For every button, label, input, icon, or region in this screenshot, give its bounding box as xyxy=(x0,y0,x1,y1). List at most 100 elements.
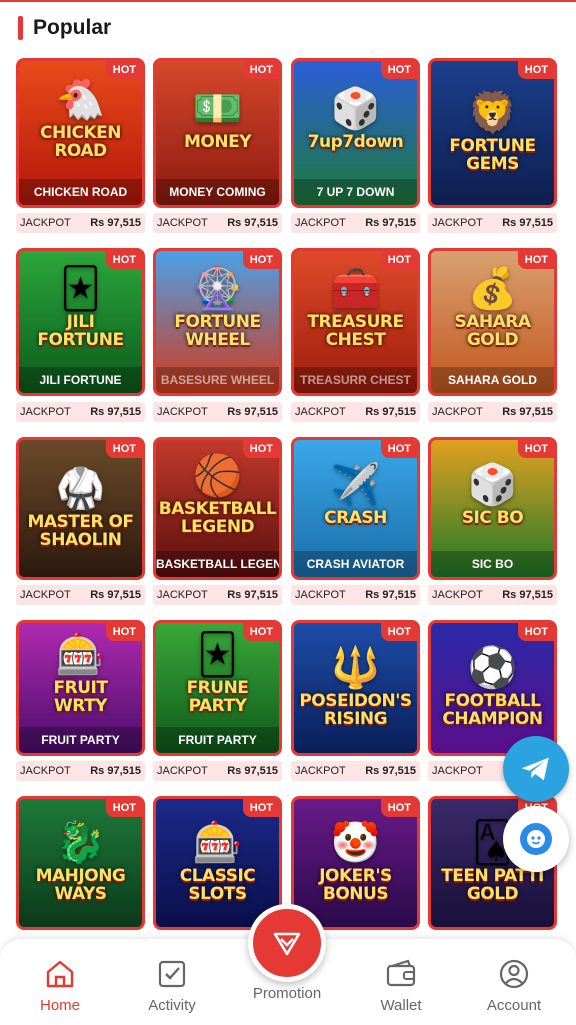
game-logo-text: FOOTBALL CHAMPION xyxy=(442,691,543,729)
game-artwork: 🐉 MAHJONG WAYS xyxy=(19,799,142,927)
game-card[interactable]: 🏀 BASKETBALL LEGEND BASKETBALL LEGEND HOT xyxy=(153,437,282,580)
game-card[interactable]: 🐉 MAHJONG WAYS HOT xyxy=(16,796,145,930)
jackpot-amount: Rs 97,515 xyxy=(227,589,278,601)
nav-activity[interactable]: Activity xyxy=(122,957,222,1014)
support-chat-button[interactable] xyxy=(503,806,569,872)
game-artwork: 🦁 FORTUNE GEMS xyxy=(431,61,554,205)
game-card[interactable]: ✈️ CRASH CRASH AVIATOR HOT xyxy=(291,437,420,580)
game-card[interactable]: 🦁 FORTUNE GEMS HOT xyxy=(428,58,557,208)
jackpot-amount: Rs 97,515 xyxy=(365,406,416,418)
account-icon xyxy=(499,959,529,989)
game-title: FRUIT PARTY xyxy=(156,727,279,753)
jackpot-bar: JACKPOT Rs 97,515 xyxy=(291,402,420,422)
game-card[interactable]: 🐔 CHICKEN ROAD CHICKEN ROAD HOT xyxy=(16,58,145,208)
jackpot-label: JACKPOT xyxy=(432,217,483,229)
game-logo-text: MONEY xyxy=(183,132,252,152)
jackpot-bar: JACKPOT Rs 97,515 xyxy=(16,761,145,781)
jackpot-amount: Rs 97,515 xyxy=(502,589,553,601)
hot-badge: HOT xyxy=(380,799,417,817)
jackpot-amount: Rs 97,515 xyxy=(365,217,416,229)
jackpot-bar: JACKPOT Rs 97,515 xyxy=(153,585,282,605)
jackpot-bar: JACKPOT Rs 97,515 xyxy=(291,761,420,781)
jackpot-label: JACKPOT xyxy=(432,589,483,601)
game-logo-text: TREASURE CHEST xyxy=(307,312,404,350)
jackpot-label: JACKPOT xyxy=(295,589,346,601)
hot-badge: HOT xyxy=(242,251,279,269)
nav-account-label: Account xyxy=(486,997,542,1014)
nav-wallet[interactable]: Wallet xyxy=(351,957,451,1014)
game-artwork: 🔱 POSEIDON'S RISING xyxy=(294,623,417,753)
game-card[interactable]: 🃏 JILI FORTUNE JILI FORTUNE HOT xyxy=(16,248,145,396)
game-logo-text: MASTER OF SHAOLIN xyxy=(27,511,134,550)
game-logo-text: CLASSIC SLOTS xyxy=(179,866,256,904)
telegram-icon xyxy=(521,757,549,781)
game-title: MONEY COMING xyxy=(156,179,279,205)
promotion-icon xyxy=(273,932,301,956)
jackpot-bar: JACKPOT Rs 97,515 xyxy=(153,761,282,781)
game-logo-text: MAHJONG WAYS xyxy=(35,866,126,904)
game-card[interactable]: 🔱 POSEIDON'S RISING HOT xyxy=(291,620,420,756)
hot-badge: HOT xyxy=(517,61,554,79)
game-card[interactable]: 🎲 SIC BO SIC BO HOT xyxy=(428,437,557,580)
game-artwork: 🥋 MASTER OF SHAOLIN xyxy=(19,440,142,577)
game-emblem-icon: 💰 xyxy=(467,267,518,311)
game-emblem-icon: 🥋 xyxy=(55,466,106,511)
game-logo-text: POSEIDON'S RISING xyxy=(299,691,412,729)
game-title: FRUIT PARTY xyxy=(19,727,142,753)
jackpot-amount: Rs 97,515 xyxy=(502,217,553,229)
jackpot-bar: JACKPOT Rs 97,515 xyxy=(291,585,420,605)
game-card[interactable]: 🃏 FRUNE PARTY FRUIT PARTY HOT xyxy=(153,620,282,756)
jackpot-amount: Rs 97,515 xyxy=(90,589,141,601)
jackpot-label: JACKPOT xyxy=(432,765,483,777)
game-title: SIC BO xyxy=(431,551,554,577)
hot-badge: HOT xyxy=(242,799,279,817)
game-card[interactable]: 🎡 FORTUNE WHEEL BASESURE WHEEL HOT xyxy=(153,248,282,396)
jackpot-bar: JACKPOT Rs 97,515 xyxy=(291,213,420,233)
jackpot-label: JACKPOT xyxy=(157,406,208,418)
nav-account[interactable]: Account xyxy=(464,957,564,1014)
game-card[interactable]: 🎲 7up7down 7 UP 7 DOWN HOT xyxy=(291,58,420,208)
hot-badge: HOT xyxy=(380,623,417,641)
hot-badge: HOT xyxy=(105,623,142,641)
jackpot-label: JACKPOT xyxy=(157,589,208,601)
game-title: SAHARA GOLD xyxy=(431,367,554,393)
jackpot-amount: Rs 97,515 xyxy=(227,406,278,418)
game-emblem-icon: 🎰 xyxy=(192,821,243,865)
game-title: JILI FORTUNE xyxy=(19,367,142,393)
nav-home[interactable]: Home xyxy=(10,957,110,1014)
game-emblem-icon: 🎰 xyxy=(55,633,106,677)
game-card[interactable]: 💵 MONEY MONEY COMING HOT xyxy=(153,58,282,208)
telegram-button[interactable] xyxy=(503,736,569,802)
activity-icon xyxy=(158,960,186,988)
game-logo-text: JOKER'S BONUS xyxy=(319,866,392,904)
hot-badge: HOT xyxy=(242,623,279,641)
game-card[interactable]: 💰 SAHARA GOLD SAHARA GOLD HOT xyxy=(428,248,557,396)
jackpot-amount: Rs 97,515 xyxy=(365,765,416,777)
jackpot-amount: Rs 97,515 xyxy=(90,406,141,418)
game-card[interactable]: 🎰 CLASSIC SLOTS HOT xyxy=(153,796,282,930)
jackpot-bar: JACKPOT Rs 97,515 xyxy=(153,213,282,233)
game-card[interactable]: 🎰 FRUIT WRTY FRUIT PARTY HOT xyxy=(16,620,145,756)
game-emblem-icon: 🤡 xyxy=(330,821,381,865)
game-emblem-icon: 🧰 xyxy=(330,267,381,311)
jackpot-bar: JACKPOT Rs 97,515 xyxy=(16,402,145,422)
game-card[interactable]: 🤡 JOKER'S BONUS HOT xyxy=(291,796,420,930)
game-logo-text: JILI FORTUNE xyxy=(37,312,124,350)
promotion-button[interactable] xyxy=(248,904,326,982)
nav-promotion[interactable]: Promotion xyxy=(237,985,337,1002)
game-logo-text: 7up7down xyxy=(307,132,404,152)
game-logo-text: SIC BO xyxy=(461,507,524,528)
hot-badge: HOT xyxy=(517,440,554,458)
nav-promotion-label: Promotion xyxy=(252,985,322,1002)
nav-home-label: Home xyxy=(39,997,80,1014)
game-emblem-icon: 💵 xyxy=(192,87,243,131)
jackpot-bar: JACKPOT Rs 97,515 xyxy=(428,402,557,422)
game-card[interactable]: 🥋 MASTER OF SHAOLIN HOT xyxy=(16,437,145,580)
game-card[interactable]: 🧰 TREASURE CHEST TREASURR CHEST HOT xyxy=(291,248,420,396)
game-logo-text: CHICKEN ROAD xyxy=(39,123,122,161)
hot-badge: HOT xyxy=(105,799,142,817)
game-emblem-icon: ⚽ xyxy=(467,646,518,690)
game-logo-text: FRUIT WRTY xyxy=(53,678,108,716)
game-artwork: 🤡 JOKER'S BONUS xyxy=(294,799,417,927)
game-emblem-icon: 🔱 xyxy=(330,646,381,690)
